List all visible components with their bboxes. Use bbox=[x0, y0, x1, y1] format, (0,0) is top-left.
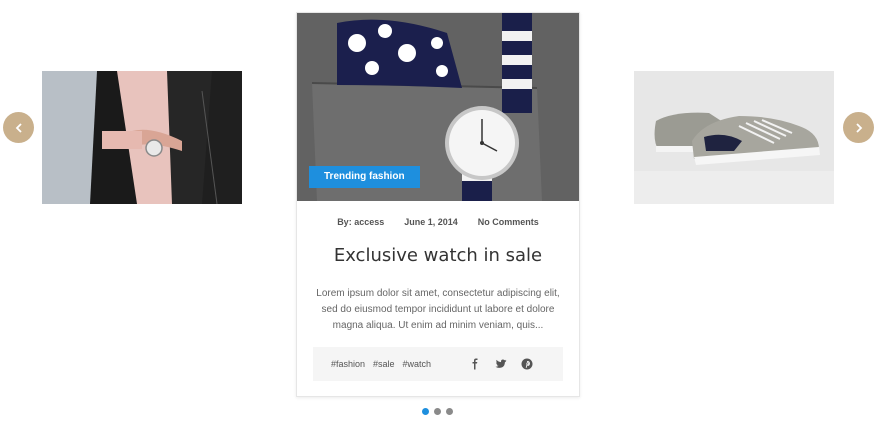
chevron-right-icon bbox=[855, 122, 862, 133]
tag-watch[interactable]: #watch bbox=[403, 359, 432, 369]
slide-image-right bbox=[634, 71, 834, 204]
post-image[interactable]: Trending fashion bbox=[297, 13, 579, 201]
pagination-dot-1[interactable] bbox=[422, 408, 429, 415]
tag-fashion[interactable]: #fashion bbox=[331, 359, 365, 369]
pagination-dot-3[interactable] bbox=[446, 408, 453, 415]
carousel-next-button[interactable] bbox=[843, 112, 874, 143]
post-footer: #fashion #sale #watch bbox=[313, 347, 563, 381]
post-comments[interactable]: No Comments bbox=[478, 217, 539, 227]
carousel-pagination bbox=[422, 408, 453, 415]
carousel-slide-right[interactable] bbox=[634, 71, 834, 204]
post-card: Trending fashion By: access June 1, 2014… bbox=[296, 12, 580, 397]
social-share bbox=[469, 358, 533, 370]
post-excerpt: Lorem ipsum dolor sit amet, consectetur … bbox=[316, 288, 560, 331]
post-meta: By: access June 1, 2014 No Comments bbox=[297, 217, 579, 227]
pinterest-icon[interactable] bbox=[521, 358, 533, 370]
tag-sale[interactable]: #sale bbox=[373, 359, 395, 369]
blog-carousel: Trending fashion By: access June 1, 2014… bbox=[0, 0, 879, 425]
facebook-icon[interactable] bbox=[469, 358, 481, 370]
pagination-dot-2[interactable] bbox=[434, 408, 441, 415]
post-author[interactable]: By: access bbox=[337, 217, 384, 227]
post-tags: #fashion #sale #watch bbox=[331, 359, 431, 369]
post-title[interactable]: Exclusive watch in sale bbox=[297, 245, 579, 266]
twitter-icon[interactable] bbox=[495, 358, 507, 370]
post-date[interactable]: June 1, 2014 bbox=[404, 217, 458, 227]
carousel-slide-left[interactable] bbox=[42, 71, 242, 204]
carousel-prev-button[interactable] bbox=[3, 112, 34, 143]
category-badge[interactable]: Trending fashion bbox=[309, 166, 420, 188]
chevron-left-icon bbox=[15, 122, 22, 133]
slide-image-left bbox=[42, 71, 242, 204]
